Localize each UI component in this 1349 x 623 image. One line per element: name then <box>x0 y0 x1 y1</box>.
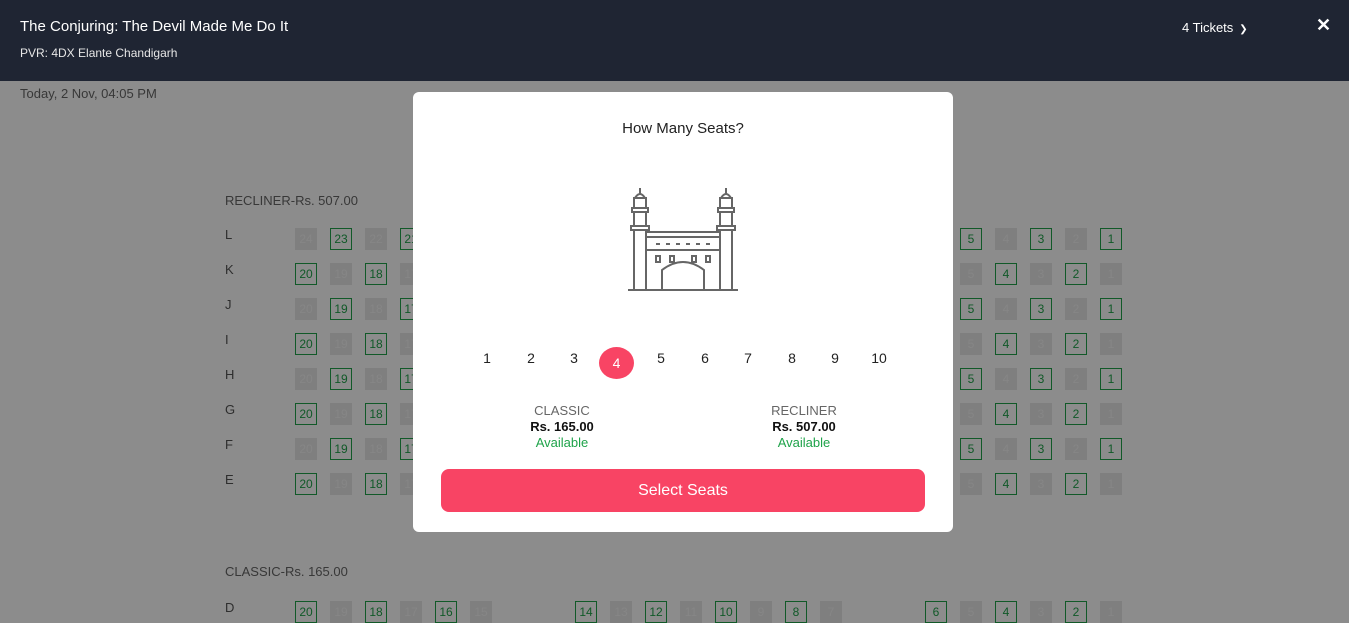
seat-count-option[interactable]: 6 <box>687 347 723 379</box>
category-status: Available <box>777 435 831 450</box>
seat-count-option[interactable]: 8 <box>774 347 810 379</box>
seat-count-option[interactable]: 4 <box>599 347 634 379</box>
category-name: CLASSIC <box>534 403 590 418</box>
category-status: Available <box>535 435 589 450</box>
seat-count-option[interactable]: 3 <box>556 347 592 379</box>
seat-count-option[interactable]: 10 <box>861 347 897 379</box>
category-price: Rs. 507.00 <box>772 419 836 434</box>
top-header: The Conjuring: The Devil Made Me Do It P… <box>0 0 1349 81</box>
modal-title: How Many Seats? <box>622 120 744 137</box>
seat-count-option[interactable]: 5 <box>643 347 679 379</box>
category-name: RECLINER <box>771 403 837 418</box>
seat-count-modal: How Many Seats? 1 2 3 4 5 6 7 8 9 10 CLA… <box>413 92 953 532</box>
close-icon[interactable]: ✕ <box>1316 15 1331 36</box>
seat-count-option[interactable]: 9 <box>817 347 853 379</box>
select-seats-button[interactable]: Select Seats <box>441 469 925 512</box>
seat-count-option[interactable]: 7 <box>730 347 766 379</box>
category-price: Rs. 165.00 <box>530 419 594 434</box>
seat-count-option[interactable]: 1 <box>469 347 505 379</box>
category-classic: CLASSIC Rs. 165.00 Available <box>472 403 652 451</box>
chevron-down-icon: ❯ <box>1239 24 1248 35</box>
category-recliner: RECLINER Rs. 507.00 Available <box>714 403 894 451</box>
charminar-icon <box>628 188 738 291</box>
ticket-count-dropdown[interactable]: 4 Tickets ❯ <box>1182 20 1248 35</box>
movie-title: The Conjuring: The Devil Made Me Do It <box>20 18 289 35</box>
seat-count-option[interactable]: 2 <box>513 347 549 379</box>
ticket-count-label: 4 Tickets <box>1182 20 1234 35</box>
venue-name: PVR: 4DX Elante Chandigarh <box>20 46 178 60</box>
